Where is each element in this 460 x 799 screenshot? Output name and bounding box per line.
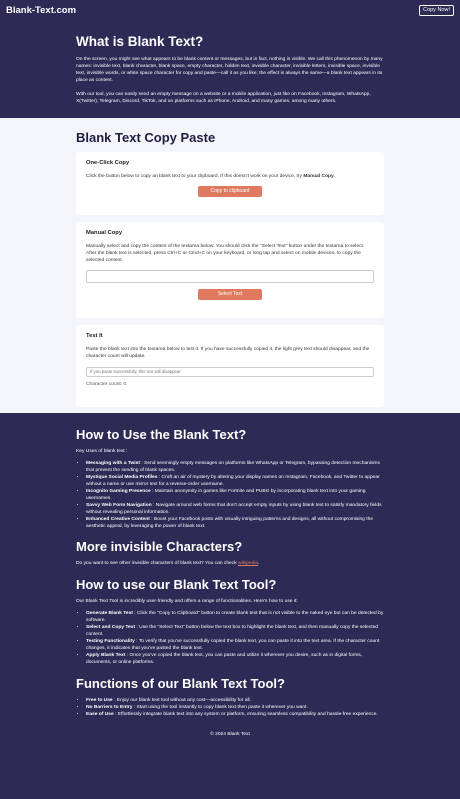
list-item: Mystique Social Media Profiles : Craft a…: [86, 474, 384, 488]
what-paragraph-1: On the screen, you might see what appear…: [76, 57, 383, 83]
copy-paste-title: Blank Text Copy Paste: [76, 130, 216, 145]
what-title: What is Blank Text?: [76, 34, 204, 49]
more-text: Do you want to see other invisible chara…: [76, 561, 260, 566]
one-click-text-main: Click the button below to copy an blank …: [86, 174, 304, 179]
blank-text-textarea[interactable]: [86, 270, 374, 283]
how-to-list: Messaging with a Twist : Send seemingly …: [86, 460, 384, 530]
list-item: Testing Functionality : To verify that y…: [86, 638, 384, 652]
list-item: No Barriers to Entry : Start using the t…: [86, 704, 384, 711]
list-item: Incognito Gaming Presence : Maintain ano…: [86, 488, 384, 502]
list-item: Free to Use : Enjoy our blank text tool …: [86, 697, 384, 704]
manual-copy-bold: Manual Copy: [303, 174, 334, 179]
how-to-title: How to Use the Blank Text?: [76, 427, 247, 442]
list-item: Ease of Use : Effortlessly integrate bla…: [86, 711, 384, 718]
test-heading: Test It: [86, 333, 103, 339]
list-item: Enhanced Creative Content : Boost your F…: [86, 516, 384, 530]
copy-now-button[interactable]: Copy Now!: [419, 4, 454, 16]
more-title: More invisible Characters?: [76, 539, 243, 554]
one-click-text: Click the button below to copy an blank …: [86, 173, 374, 180]
how-to-intro: Key Uses of blank text :: [76, 449, 128, 454]
list-item: Apply Blank Text : Once you've copied th…: [86, 652, 384, 666]
manual-copy-heading: Manual Copy: [86, 230, 123, 236]
list-item: Messaging with a Twist : Send seemingly …: [86, 460, 384, 474]
character-count: Character count: 0: [86, 382, 127, 387]
tool-intro: Our Blank Text Tool is incredibly user-f…: [76, 599, 298, 604]
manual-copy-card: Manual Copy Manually select and copy the…: [76, 222, 384, 318]
wikipedia-link[interactable]: wikipedia: [238, 561, 258, 566]
copy-to-clipboard-button[interactable]: Copy to clipboard: [198, 186, 262, 197]
functions-title: Functions of our Blank Text Tool?: [76, 676, 285, 691]
list-item: Savvy Web Form Navigation : Navigate aro…: [86, 502, 384, 516]
test-card: Test It Paste the blank text into the te…: [76, 325, 384, 407]
how-to-section: How to Use the Blank Text? Key Uses of b…: [0, 413, 460, 737]
top-bar: Blank-Text.com Copy Now!: [0, 0, 460, 20]
manual-copy-text: Manually select and copy the content of …: [86, 244, 365, 263]
functions-list: Free to Use : Enjoy our blank text tool …: [86, 697, 384, 718]
tool-list: Generate Blank Text : Click the "Copy to…: [86, 610, 384, 666]
test-textarea[interactable]: [86, 366, 374, 377]
list-item: Select and Copy Text : Use the "Select T…: [86, 624, 384, 638]
test-text: Paste the blank text into the textarea b…: [86, 347, 370, 359]
copy-paste-section: Blank Text Copy Paste One-Click Copy Cli…: [0, 118, 460, 413]
what-section: What is Blank Text? On the screen, you m…: [0, 20, 460, 118]
one-click-text-end: .: [333, 174, 336, 179]
list-item: Generate Blank Text : Click the "Copy to…: [86, 610, 384, 624]
what-paragraph-2: With our tool, you can easily send an em…: [76, 92, 371, 104]
tool-title: How to use our Blank Text Tool?: [76, 577, 277, 592]
site-logo[interactable]: Blank-Text.com: [6, 5, 76, 16]
one-click-card: One-Click Copy Click the button below to…: [76, 152, 384, 215]
select-text-button[interactable]: Select Text: [198, 289, 262, 300]
footer-copyright: © 2024 Blank Text: [210, 732, 250, 737]
one-click-heading: One-Click Copy: [86, 160, 130, 166]
